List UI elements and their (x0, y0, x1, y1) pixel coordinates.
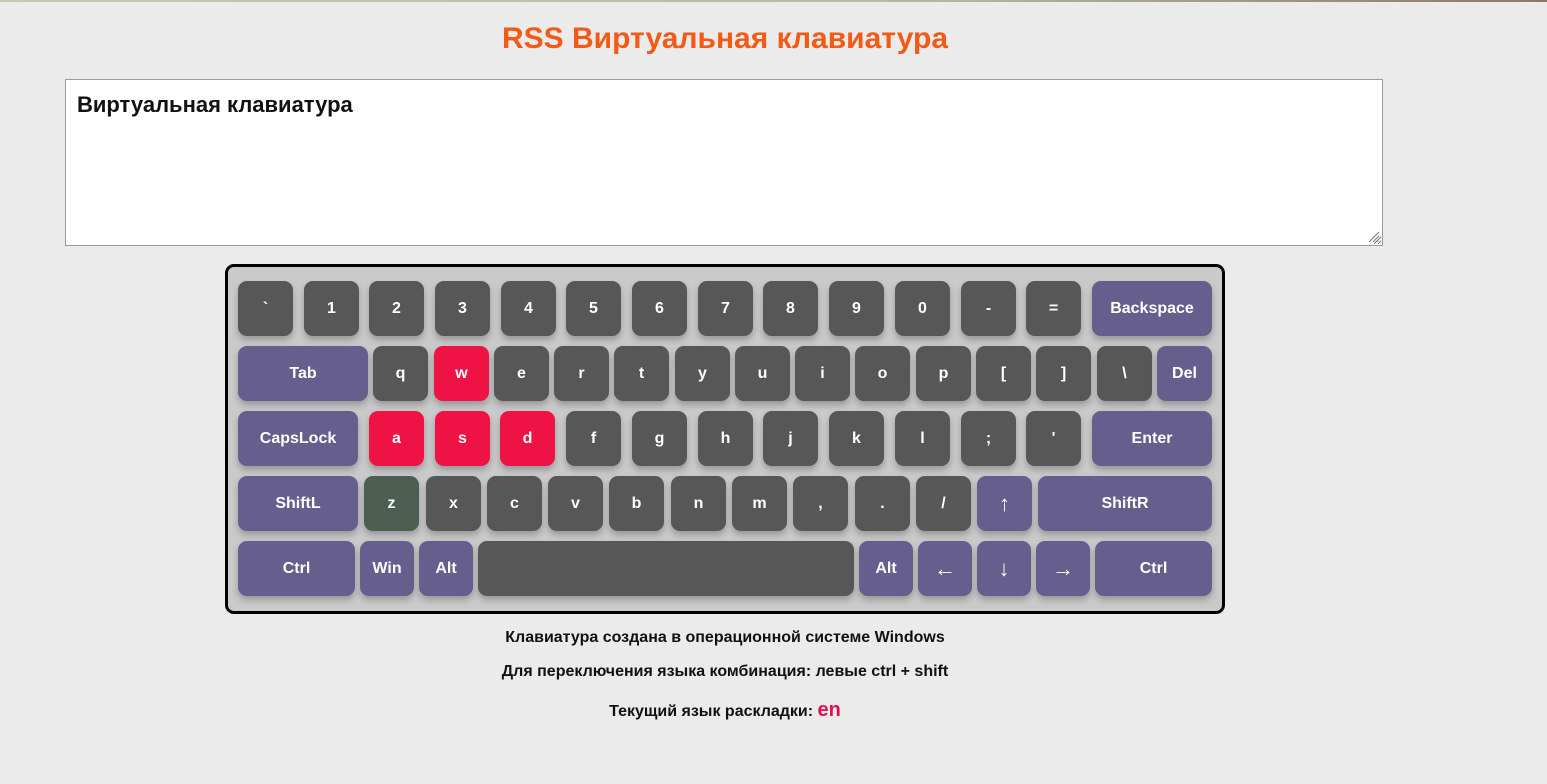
info-current-language: Текущий язык раскладки: en (0, 699, 1450, 722)
key-comma[interactable]: , (793, 476, 848, 531)
key-o[interactable]: o (855, 346, 910, 401)
key-7[interactable]: 7 (698, 281, 753, 336)
key-minus[interactable]: - (961, 281, 1016, 336)
info-os-note: Клавиатура создана в операционной систем… (505, 629, 945, 646)
key-t[interactable]: t (614, 346, 669, 401)
key-enter[interactable]: Enter (1092, 411, 1212, 466)
key-1[interactable]: 1 (304, 281, 359, 336)
virtual-keyboard: ` 1 2 3 4 5 6 7 8 9 0- = Backspace Tab q w e r t y u i o p[] \ De… (225, 264, 1225, 614)
key-2[interactable]: 2 (369, 281, 424, 336)
key-ctrl-left[interactable]: Ctrl (238, 541, 355, 596)
key-backspace[interactable]: Backspace (1092, 281, 1212, 336)
key-8[interactable]: 8 (763, 281, 818, 336)
key-b[interactable]: b (609, 476, 664, 531)
key-l[interactable]: l (895, 411, 950, 466)
text-output-value: Виртуальная клавиатура (77, 92, 353, 117)
key-r[interactable]: r (554, 346, 609, 401)
key-equal[interactable]: = (1026, 281, 1081, 336)
key-backslash[interactable]: \ (1097, 346, 1152, 401)
key-arrow-right[interactable]: → (1036, 541, 1090, 596)
key-tab[interactable]: Tab (238, 346, 368, 401)
key-e[interactable]: e (494, 346, 549, 401)
key-f[interactable]: f (566, 411, 621, 466)
key-6[interactable]: 6 (632, 281, 687, 336)
key-bracket-left[interactable]: [ (976, 346, 1031, 401)
key-bracket-right[interactable]: ] (1036, 346, 1091, 401)
key-x[interactable]: x (426, 476, 481, 531)
key-j[interactable]: j (763, 411, 818, 466)
key-alt-left[interactable]: Alt (419, 541, 473, 596)
key-h[interactable]: h (698, 411, 753, 466)
key-0[interactable]: 0 (895, 281, 950, 336)
key-quote[interactable]: ' (1026, 411, 1081, 466)
key-9[interactable]: 9 (829, 281, 884, 336)
key-ctrl-right[interactable]: Ctrl (1095, 541, 1212, 596)
text-output-area[interactable]: Виртуальная клавиатура (65, 79, 1383, 246)
key-arrow-left[interactable]: ← (918, 541, 972, 596)
key-5[interactable]: 5 (566, 281, 621, 336)
key-delete[interactable]: Del (1157, 346, 1212, 401)
key-c[interactable]: c (487, 476, 542, 531)
key-n[interactable]: n (671, 476, 726, 531)
page-title: RSS Виртуальная клавиатура (501, 22, 949, 55)
key-backquote[interactable]: ` (238, 281, 293, 336)
key-y[interactable]: y (675, 346, 730, 401)
key-g[interactable]: g (632, 411, 687, 466)
key-m[interactable]: m (732, 476, 787, 531)
key-semicolon[interactable]: ; (961, 411, 1016, 466)
key-shift-right[interactable]: ShiftR (1038, 476, 1212, 531)
key-z[interactable]: z (364, 476, 419, 531)
key-w[interactable]: w (434, 346, 489, 401)
key-alt-right[interactable]: Alt (859, 541, 913, 596)
info-lang-switch-hint: Для переключения языка комбинация: левые… (501, 663, 949, 680)
current-language-value: en (817, 699, 841, 721)
key-q[interactable]: q (373, 346, 428, 401)
key-slash[interactable]: / (916, 476, 971, 531)
key-period[interactable]: . (855, 476, 910, 531)
key-u[interactable]: u (735, 346, 790, 401)
key-v[interactable]: v (548, 476, 603, 531)
key-arrow-up[interactable]: ↑ (977, 476, 1032, 531)
key-p[interactable]: p (916, 346, 971, 401)
key-3[interactable]: 3 (435, 281, 490, 336)
key-i[interactable]: i (795, 346, 850, 401)
key-capslock[interactable]: CapsLock (238, 411, 358, 466)
key-4[interactable]: 4 (501, 281, 556, 336)
key-a[interactable]: a (369, 411, 424, 466)
key-k[interactable]: k (829, 411, 884, 466)
key-arrow-down[interactable]: ↓ (977, 541, 1031, 596)
current-language-label: Текущий язык раскладки: (609, 703, 814, 720)
key-win[interactable]: Win (360, 541, 414, 596)
key-shift-left[interactable]: ShiftL (238, 476, 358, 531)
top-border-strip (0, 0, 1547, 2)
key-d[interactable]: d (500, 411, 555, 466)
key-space[interactable] (478, 541, 854, 596)
key-s[interactable]: s (435, 411, 490, 466)
resize-grip-icon[interactable] (1368, 231, 1380, 243)
